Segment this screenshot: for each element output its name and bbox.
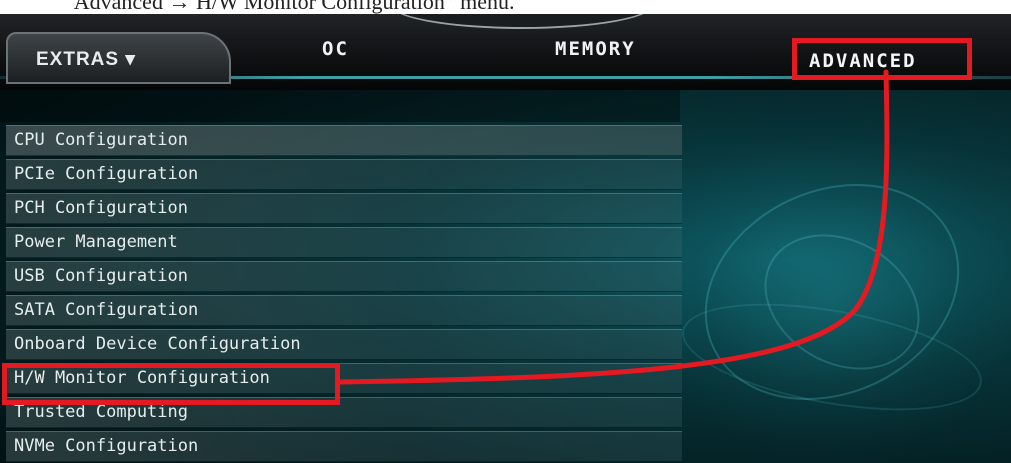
menu-item-label: PCH Configuration (14, 198, 188, 218)
menu-header-strip (0, 90, 680, 122)
hw-monitor-highlight-box (2, 363, 340, 405)
menu-item-label: Power Management (14, 232, 178, 252)
menu-item-label: Trusted Computing (14, 402, 188, 422)
menu-item-label: Onboard Device Configuration (14, 334, 301, 354)
advanced-menu-list: CPU Configuration PCIe Configuration PCH… (6, 125, 682, 463)
menu-item-pch-configuration[interactable]: PCH Configuration (6, 193, 682, 224)
tab-extras-label: EXTRAS ▾ (36, 49, 136, 70)
menu-item-usb-configuration[interactable]: USB Configuration (6, 261, 682, 292)
bios-screen: EXTRAS ▾ OC MEMORY ADVANCED CPU Configur… (0, 10, 1011, 463)
menu-item-nvme-configuration[interactable]: NVMe Configuration (6, 431, 682, 462)
menu-item-sata-configuration[interactable]: SATA Configuration (6, 295, 682, 326)
menu-item-label: CPU Configuration (14, 130, 188, 150)
tab-advanced-label: ADVANCED (809, 50, 917, 72)
background-glow (640, 130, 1011, 460)
advanced-highlight-box: ADVANCED (792, 38, 972, 80)
menu-item-label: NVMe Configuration (14, 436, 199, 456)
tab-oc[interactable]: OC (322, 38, 349, 60)
background-swirl (674, 284, 990, 430)
menu-item-label: SATA Configuration (14, 300, 199, 320)
menu-item-pcie-configuration[interactable]: PCIe Configuration (6, 159, 682, 190)
menu-item-label: PCIe Configuration (14, 164, 199, 184)
menu-item-label: USB Configuration (14, 266, 188, 286)
top-navigation-bar: EXTRAS ▾ OC MEMORY ADVANCED (0, 10, 1011, 90)
tab-extras[interactable]: EXTRAS ▾ (6, 32, 231, 84)
menu-item-power-management[interactable]: Power Management (6, 227, 682, 258)
caption-text: “Advanced → H/W Monitor Configuration” m… (64, 0, 515, 14)
background-swirl (739, 207, 945, 397)
tab-advanced[interactable]: ADVANCED (780, 22, 1000, 82)
tab-memory[interactable]: MEMORY (555, 38, 636, 60)
caption: “Advanced → H/W Monitor Configuration” m… (0, 0, 1011, 14)
menu-item-onboard-device-configuration[interactable]: Onboard Device Configuration (6, 329, 682, 360)
menu-item-cpu-configuration[interactable]: CPU Configuration (6, 125, 682, 156)
background-swirl (669, 143, 995, 441)
